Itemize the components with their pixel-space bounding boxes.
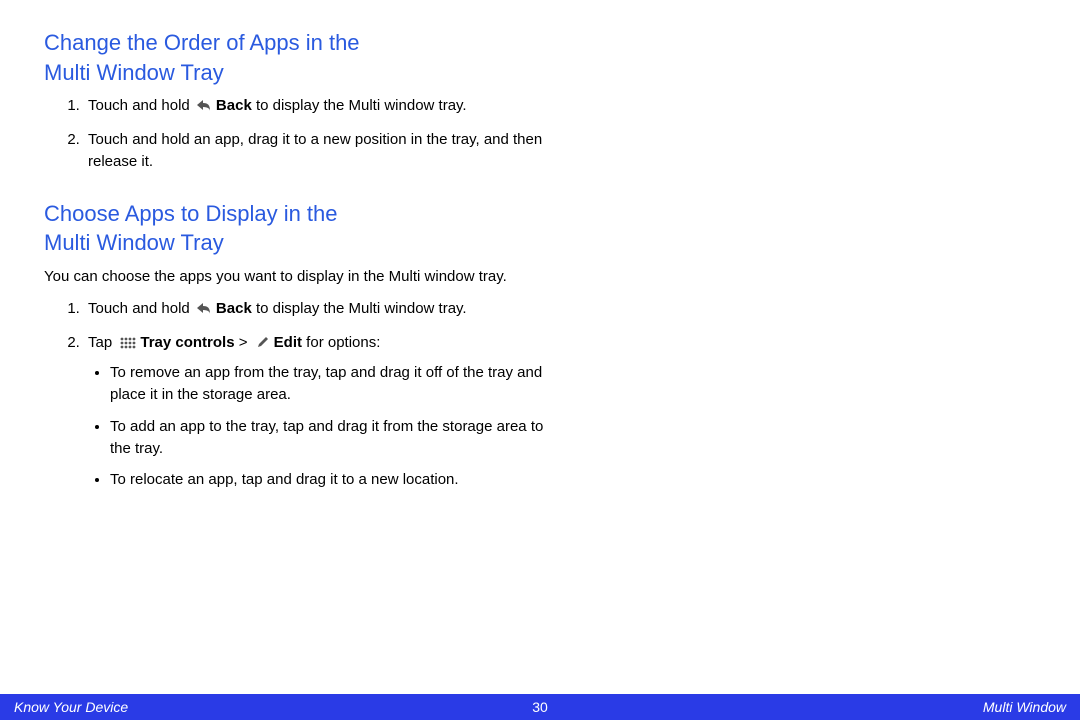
dots-grid-icon <box>120 335 136 357</box>
back-icon <box>196 97 212 119</box>
back-icon <box>196 300 212 322</box>
step-text-bold2: Edit <box>274 334 302 351</box>
list-item: To relocate an app, tap and drag it to a… <box>110 469 556 491</box>
step-text-post: for options: <box>302 334 380 351</box>
steps-change-order: Touch and hold Back to display the Multi… <box>44 95 556 172</box>
heading-line2: Multi Window Tray <box>44 230 224 255</box>
bullet-text: To remove an app from the tray, tap and … <box>110 364 542 403</box>
bullet-text: To add an app to the tray, tap and drag … <box>110 418 543 457</box>
options-list: To remove an app from the tray, tap and … <box>88 362 556 491</box>
step-item: Touch and hold Back to display the Multi… <box>84 95 556 119</box>
step-text-post: to display the Multi window tray. <box>252 300 467 317</box>
intro-paragraph: You can choose the apps you want to disp… <box>44 266 556 288</box>
page-footer: Know Your Device 30 Multi Window <box>0 694 1080 720</box>
step-item: Touch and hold Back to display the Multi… <box>84 298 556 322</box>
bullet-text: To relocate an app, tap and drag it to a… <box>110 471 459 488</box>
footer-right: Multi Window <box>548 699 1080 715</box>
section-heading-change-order: Change the Order of Apps in the Multi Wi… <box>44 28 556 87</box>
footer-left: Know Your Device <box>0 699 532 715</box>
step-text-pre: Tap <box>88 334 116 351</box>
step-text-bold1: Tray controls <box>140 334 234 351</box>
step-text-pre: Touch and hold <box>88 300 194 317</box>
step-text-pre: Touch and hold <box>88 97 194 114</box>
section-heading-choose-apps: Choose Apps to Display in the Multi Wind… <box>44 199 556 258</box>
manual-page: Change the Order of Apps in the Multi Wi… <box>0 0 1080 720</box>
heading-line1: Change the Order of Apps in the <box>44 30 360 55</box>
heading-line2: Multi Window Tray <box>44 60 224 85</box>
footer-page-number: 30 <box>532 699 548 715</box>
pencil-icon <box>256 334 270 356</box>
steps-choose-apps: Touch and hold Back to display the Multi… <box>44 298 556 491</box>
page-content: Change the Order of Apps in the Multi Wi… <box>0 0 600 491</box>
step-item: Touch and hold an app, drag it to a new … <box>84 129 556 173</box>
list-item: To add an app to the tray, tap and drag … <box>110 416 556 460</box>
step-text-post: to display the Multi window tray. <box>252 97 467 114</box>
step-text: Touch and hold an app, drag it to a new … <box>88 131 542 170</box>
step-item: Tap Tray controls > Edit for options: To… <box>84 332 556 492</box>
list-item: To remove an app from the tray, tap and … <box>110 362 556 406</box>
step-text-mid: > <box>235 334 252 351</box>
step-text-bold: Back <box>216 300 252 317</box>
heading-line1: Choose Apps to Display in the <box>44 201 338 226</box>
step-text-bold: Back <box>216 97 252 114</box>
